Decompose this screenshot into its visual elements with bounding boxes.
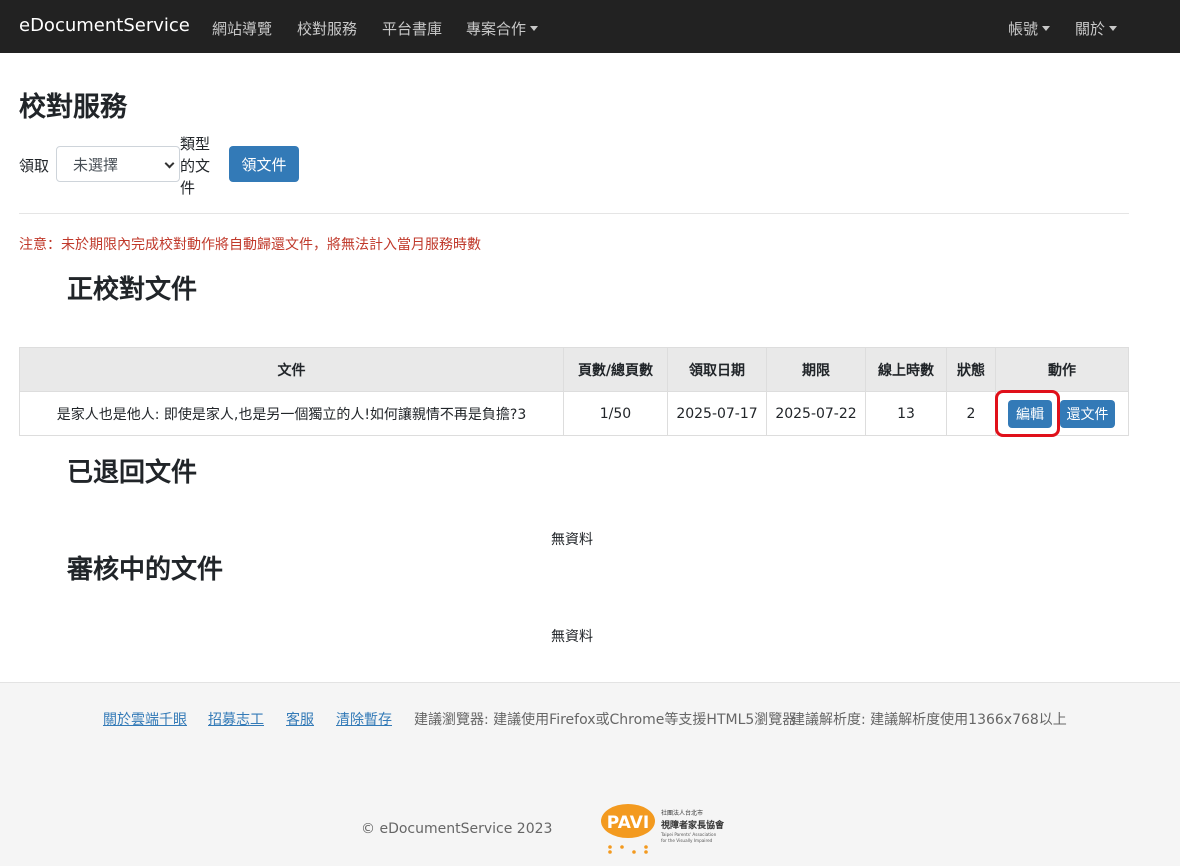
col-header-hours: 線上時數	[865, 347, 947, 392]
nav-library[interactable]: 平台書庫	[382, 18, 442, 39]
logo-org-line-1: 社團法人台北市	[661, 809, 703, 817]
cell-document-title: 是家人也是他人: 即使是家人,也是另一個獨立的人!如何讓親情不再是負擔?3	[19, 391, 564, 436]
type-label: 類型的文件	[180, 135, 211, 197]
col-header-status: 狀態	[946, 347, 996, 392]
footer-link-volunteer[interactable]: 招募志工	[208, 709, 264, 729]
col-header-actions: 動作	[995, 347, 1129, 392]
table-row: 是家人也是他人: 即使是家人,也是另一個獨立的人!如何讓親情不再是負擔?3 1/…	[19, 391, 1129, 436]
nav-about-dropdown[interactable]: 關於	[1075, 18, 1117, 39]
nav-project-label: 專案合作	[466, 20, 527, 38]
footer-link-about[interactable]: 關於雲端千眼	[103, 709, 187, 729]
col-header-pages: 頁數/總頁數	[563, 347, 668, 392]
footer-browser-note: 建議瀏覽器: 建議使用Firefox或Chrome等支援HTML5瀏覽器	[414, 712, 797, 728]
pavi-logo-icon: PAVI 社團法人台北市 視障者家長協會 Taipei Parents' Ass…	[601, 804, 725, 854]
page-title: 校對服務	[19, 92, 127, 123]
select-value: 未選擇	[73, 156, 119, 174]
pavi-logo[interactable]: PAVI 社團法人台北市 視障者家長協會 Taipei Parents' Ass…	[600, 803, 740, 859]
document-type-select[interactable]: 未選擇	[56, 146, 180, 182]
nav-account-label: 帳號	[1008, 20, 1039, 38]
divider	[19, 213, 1129, 214]
cell-claim-date: 2025-07-17	[667, 391, 767, 436]
logo-org-line-3: Taipei Parents' Association	[660, 832, 717, 837]
footer: 關於雲端千眼 招募志工 客服 清除暫存 建議瀏覽器: 建議使用Firefox或C…	[0, 682, 1180, 866]
footer-link-clear-cache[interactable]: 清除暫存	[336, 709, 392, 729]
return-document-button[interactable]: 還文件	[1060, 400, 1115, 428]
top-navbar: eDocumentService 網站導覽 校對服務 平台書庫 專案合作 帳號 …	[0, 0, 1180, 53]
section-title-returned: 已退回文件	[67, 458, 198, 488]
cell-pages: 1/50	[563, 391, 668, 436]
cell-hours: 13	[865, 391, 947, 436]
claim-label: 領取	[19, 157, 50, 175]
logo-org-line-4: for the Visually Impaired	[661, 838, 713, 843]
nav-proofreading[interactable]: 校對服務	[297, 18, 357, 39]
table-header-row: 文件 頁數/總頁數 領取日期 期限 線上時數 狀態 動作	[19, 347, 1129, 392]
pavi-logo-text: PAVI	[607, 813, 649, 833]
cell-deadline: 2025-07-22	[766, 391, 866, 436]
nav-about-label: 關於	[1075, 20, 1106, 38]
chevron-down-icon	[164, 158, 175, 169]
reviewing-no-data: 無資料	[551, 629, 593, 645]
footer-link-support[interactable]: 客服	[286, 709, 314, 729]
col-header-document: 文件	[19, 347, 564, 392]
nav-account-dropdown[interactable]: 帳號	[1008, 18, 1050, 39]
nav-site-guide[interactable]: 網站導覽	[212, 18, 272, 39]
section-title-reviewing: 審核中的文件	[67, 555, 224, 585]
returned-no-data: 無資料	[551, 532, 593, 548]
brand-link[interactable]: eDocumentService	[19, 15, 190, 36]
proofreading-table: 文件 頁數/總頁數 領取日期 期限 線上時數 狀態 動作 是家人也是他人: 即使…	[19, 347, 1129, 436]
cell-status: 2	[946, 391, 996, 436]
nav-project-dropdown[interactable]: 專案合作	[466, 18, 538, 39]
section-title-proofreading: 正校對文件	[67, 275, 198, 305]
copyright: © eDocumentService 2023	[361, 821, 553, 837]
deadline-notice: 注意：未於期限內完成校對動作將自動歸還文件，將無法計入當月服務時數	[19, 237, 481, 253]
edit-button-highlight	[995, 390, 1060, 437]
col-header-claim-date: 領取日期	[667, 347, 767, 392]
col-header-deadline: 期限	[766, 347, 866, 392]
footer-resolution-note: 建議解析度: 建議解析度使用1366x768以上	[791, 712, 1067, 728]
logo-org-line-2: 視障者家長協會	[660, 819, 725, 831]
claim-document-button[interactable]: 領文件	[229, 146, 299, 182]
